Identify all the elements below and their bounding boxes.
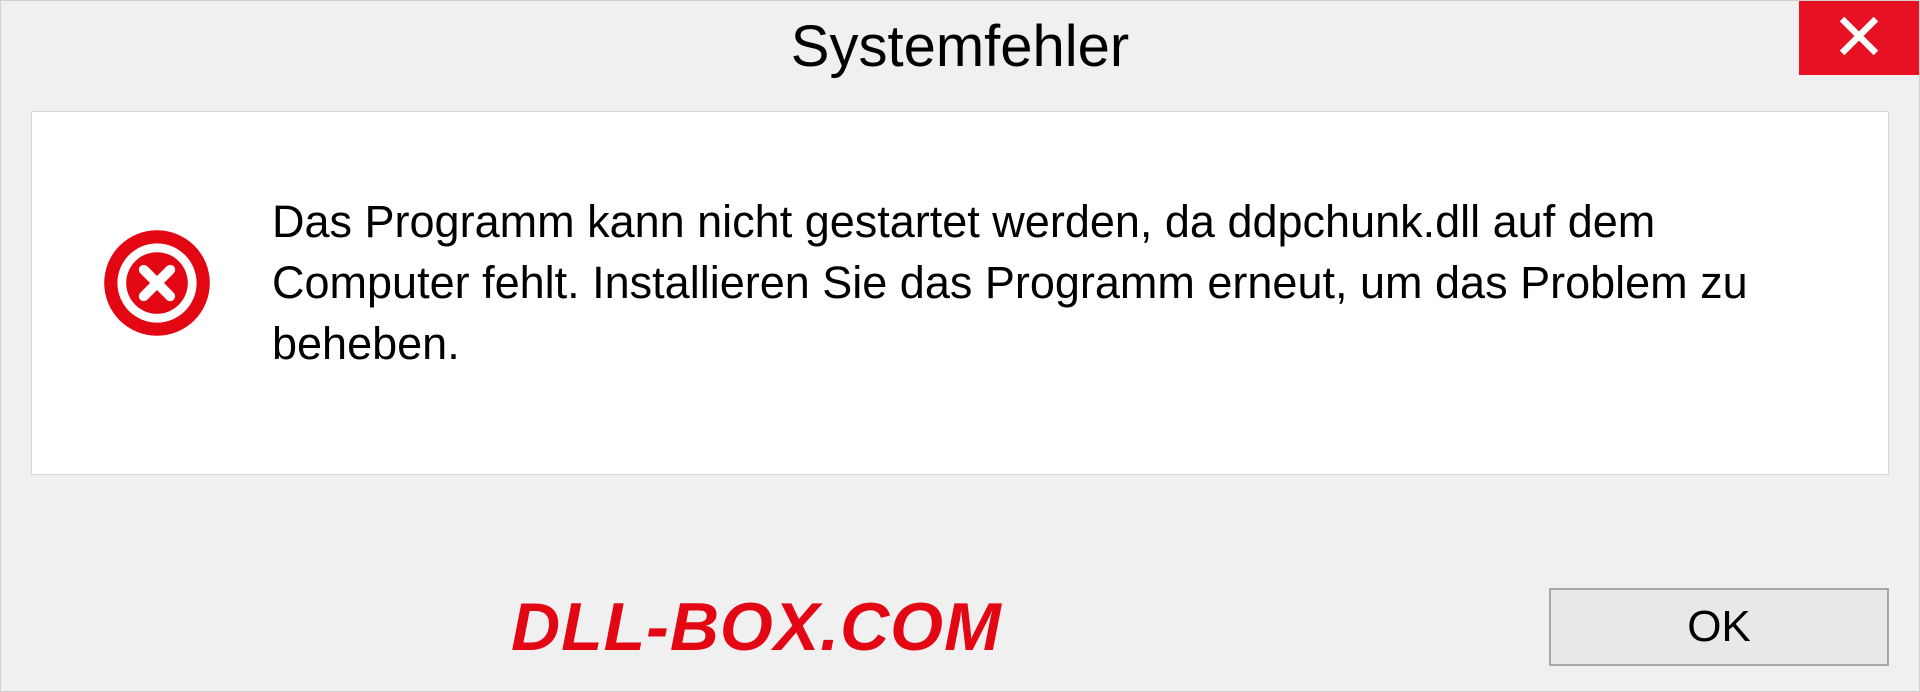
- dialog-title: Systemfehler: [791, 13, 1129, 80]
- error-icon: [102, 228, 212, 338]
- close-icon: [1837, 14, 1881, 63]
- ok-button[interactable]: OK: [1549, 588, 1889, 666]
- content-area: Das Programm kann nicht gestartet werden…: [31, 111, 1889, 475]
- error-message: Das Programm kann nicht gestartet werden…: [272, 192, 1818, 374]
- title-bar: Systemfehler: [1, 1, 1919, 91]
- close-button[interactable]: [1799, 1, 1919, 75]
- error-dialog: Systemfehler Das Programm kann nicht ges…: [0, 0, 1920, 692]
- watermark-text: DLL-BOX.COM: [511, 588, 1002, 666]
- bottom-bar: DLL-BOX.COM OK: [31, 588, 1889, 666]
